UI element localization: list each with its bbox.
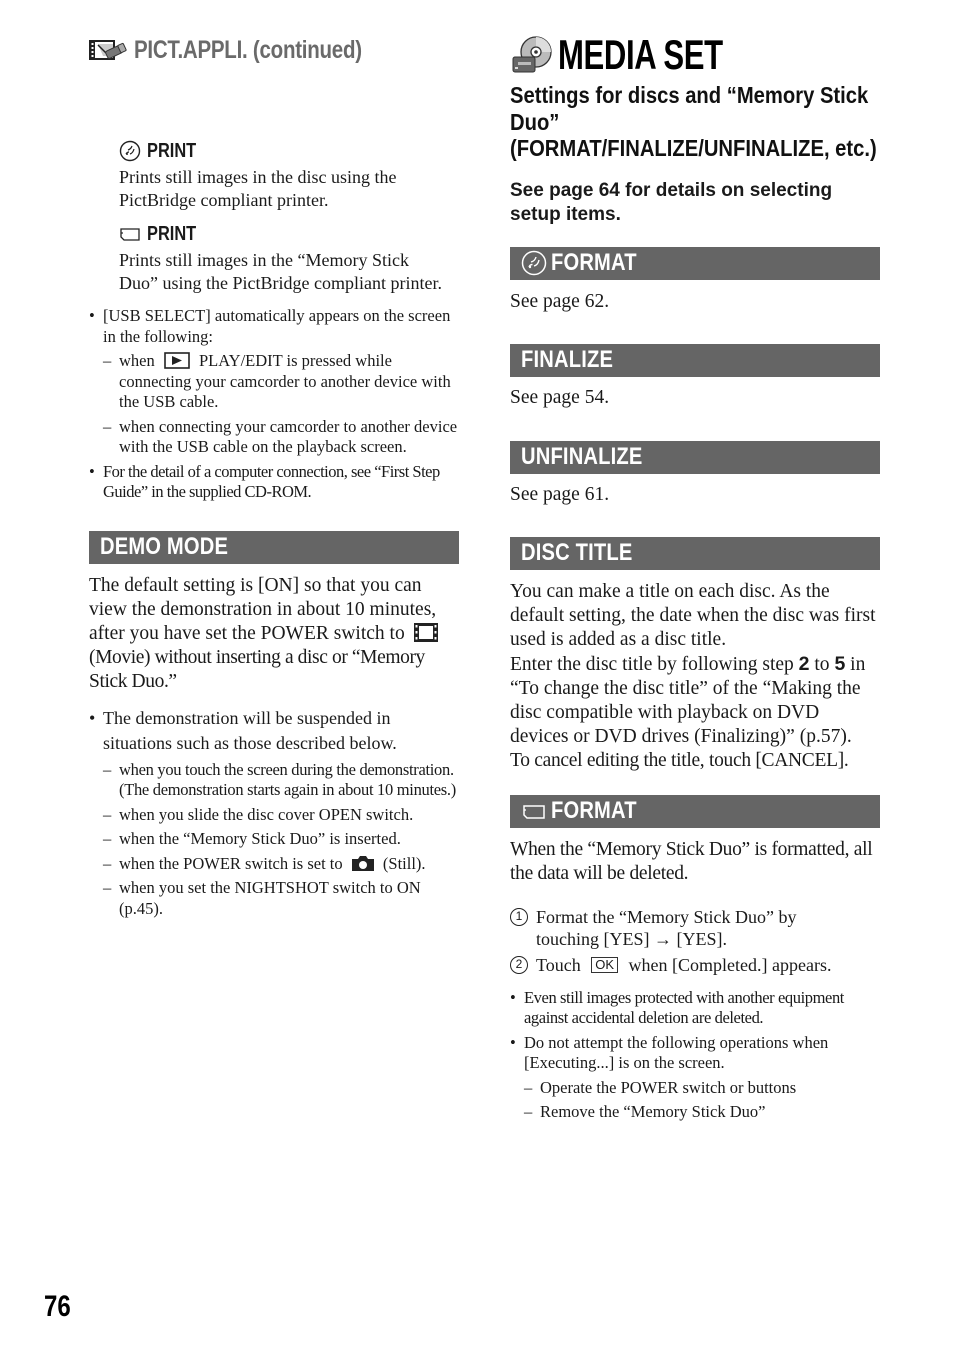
print-disc-label: PRINT <box>147 139 197 162</box>
ok-button-icon: OK <box>591 956 619 973</box>
situation-item: when you slide the disc cover OPEN switc… <box>103 805 459 826</box>
subtitle-line: (FORMAT/FINALIZE/UNFINALIZE, etc.) <box>510 135 877 161</box>
situation-text: when you slide the disc cover OPEN switc… <box>119 804 414 824</box>
format-memory-stick-intro: When the “Memory Stick Duo” is formatted… <box>510 838 873 884</box>
finalize-body: See page 54. <box>510 386 610 408</box>
finalize-heading: FINALIZE <box>510 343 880 377</box>
note-sub-item: Operate the POWER switch or buttons <box>524 1078 880 1099</box>
note-text: The demonstration will be suspended in s… <box>103 707 397 753</box>
media-set-title: MEDIA SET <box>558 31 723 78</box>
settings-subtitle: Settings for discs and “Memory Stick Duo… <box>510 82 888 162</box>
step-item: 1 Format the “Memory Stick Duo” by touch… <box>510 906 880 950</box>
body-text-before: The default setting is [ON] so that you … <box>89 574 437 644</box>
format-disc-heading: FORMAT <box>510 246 880 280</box>
para-text: Enter the disc title by following step <box>510 653 794 675</box>
note-sub-item: Remove the “Memory Stick Duo” <box>524 1102 880 1123</box>
subtitle-line: Duo” <box>510 108 560 135</box>
disc-title-heading: DISC TITLE <box>510 536 880 570</box>
pict-appli-icon <box>89 40 127 60</box>
situation-item: when the POWER switch is set to (Still). <box>103 854 459 875</box>
print-disc-text: Prints still images in the disc using th… <box>119 167 397 210</box>
print-memory-stick-text: Prints still images in the “Memory Stick… <box>119 250 442 293</box>
usb-notes: [USB SELECT] automatically appears on th… <box>89 306 459 503</box>
situation-text-before: when the POWER switch is set to <box>119 853 343 873</box>
page-number: 76 <box>44 1290 71 1323</box>
note-text: Do not attempt the following operations … <box>524 1032 829 1073</box>
situation-item: when you set the NIGHTSHOT switch to ON … <box>103 878 459 919</box>
right-column: MEDIA SET Settings for discs and “Memory… <box>510 28 880 1127</box>
unfinalize-heading: UNFINALIZE <box>510 440 880 474</box>
memory-stick-icon <box>120 228 140 241</box>
para-text: to <box>814 653 830 675</box>
situation-text: when you touch the screen during the dem… <box>119 759 456 800</box>
demo-notes: The demonstration will be suspended in s… <box>89 706 459 920</box>
format-memory-stick-label: FORMAT <box>551 797 637 824</box>
note-text: For the detail of a computer connection,… <box>103 461 440 502</box>
situation-text: when the “Memory Stick Duo” is inserted. <box>119 829 401 848</box>
memory-stick-icon <box>523 805 545 819</box>
demo-mode-heading: DEMO MODE <box>89 530 459 564</box>
disc-title-para: You can make a title on each disc. As th… <box>510 580 876 650</box>
demo-mode-label: DEMO MODE <box>100 533 229 560</box>
disc-title-para: To cancel editing the title, touch [CANC… <box>510 749 849 771</box>
disc-icon <box>119 140 141 162</box>
sub-text: when connecting your camcorder to anothe… <box>119 416 458 457</box>
disc-icon <box>521 250 547 276</box>
format-disc-label: FORMAT <box>551 249 637 276</box>
demo-suspend-note: The demonstration will be suspended in s… <box>89 706 459 920</box>
body-text-after: (Movie) without inserting a disc or “Mem… <box>89 646 425 692</box>
situation-item: when the “Memory Stick Duo” is inserted. <box>103 829 459 850</box>
camera-icon <box>351 855 374 871</box>
situation-text-after: (Still). <box>382 853 426 873</box>
unfinalize-label: UNFINALIZE <box>521 443 643 470</box>
note-usb-select: [USB SELECT] automatically appears on th… <box>89 306 459 458</box>
play-edit-icon <box>164 352 190 369</box>
note-computer-connection: For the detail of a computer connection,… <box>89 462 459 503</box>
left-column: PICT.APPLI. (continued) PRINT Prints sti… <box>89 28 459 923</box>
situation-item: when you touch the screen during the dem… <box>103 760 459 801</box>
step-number: 2 <box>510 955 528 974</box>
step-to: 5 <box>834 652 846 675</box>
format-steps: 1 Format the “Memory Stick Duo” by touch… <box>510 906 880 976</box>
print-memory-stick-label: PRINT <box>147 222 197 245</box>
step-text-before: Touch <box>536 954 581 975</box>
disc-title-body: You can make a title on each disc. As th… <box>510 580 880 773</box>
media-set-icon <box>512 36 552 73</box>
note-sub-item: when connecting your camcorder to anothe… <box>103 417 459 458</box>
step-text-after: when [Completed.] appears. <box>628 954 832 975</box>
step-text: Format the “Memory Stick Duo” by touchin… <box>536 906 797 949</box>
format-disc-body: See page 62. <box>510 290 610 312</box>
note-text: Even still images protected with another… <box>524 987 844 1028</box>
print-memory-stick-heading: PRINT <box>119 221 459 247</box>
movie-icon <box>413 622 438 642</box>
format-note: Even still images protected with another… <box>510 988 880 1029</box>
sub-text-before: when <box>119 351 155 370</box>
format-notes: Even still images protected with another… <box>510 988 880 1123</box>
step-from: 2 <box>798 652 810 675</box>
subtitle-line: Settings for discs and “Memory Stick <box>510 82 869 108</box>
continued-title: PICT.APPLI. (continued) <box>134 35 362 64</box>
disc-title-label: DISC TITLE <box>521 539 633 566</box>
print-disc-heading: PRINT <box>119 138 459 164</box>
setup-items-note: See page 64 for details on selecting set… <box>510 179 833 225</box>
step-item: 2 Touch OK when [Completed.] appears. <box>510 954 880 976</box>
finalize-label: FINALIZE <box>521 346 614 373</box>
step-number: 1 <box>510 907 528 926</box>
unfinalize-body: See page 61. <box>510 483 610 505</box>
format-note: Do not attempt the following operations … <box>510 1033 880 1123</box>
continued-header: PICT.APPLI. (continued) <box>89 28 459 72</box>
format-memory-stick-heading: FORMAT <box>510 794 880 828</box>
media-set-header: MEDIA SET <box>510 30 880 80</box>
note-sub-item: when PLAY/EDIT is pressed while connecti… <box>103 351 459 413</box>
note-text: [USB SELECT] automatically appears on th… <box>103 306 451 346</box>
disc-title-steps-para: Enter the disc title by following step 2… <box>510 652 880 749</box>
sub-text: Remove the “Memory Stick Duo” <box>540 1102 766 1121</box>
sub-text: Operate the POWER switch or buttons <box>540 1077 797 1097</box>
situation-text: when you set the NIGHTSHOT switch to ON … <box>119 878 421 918</box>
demo-mode-body: The default setting is [ON] so that you … <box>89 574 459 694</box>
